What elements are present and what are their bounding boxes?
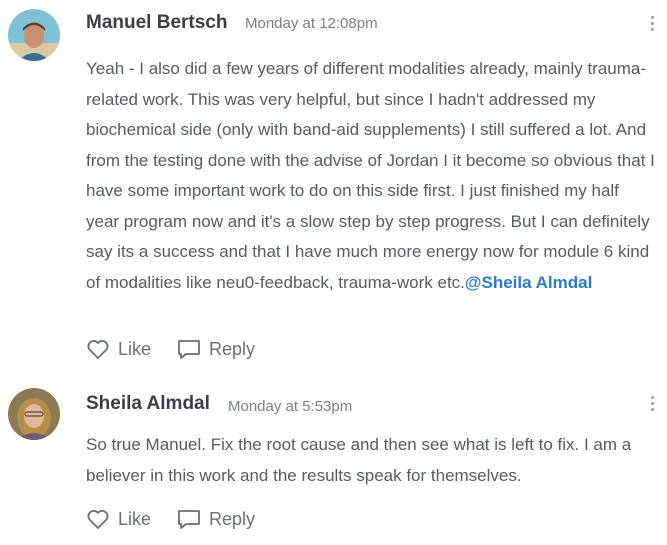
- comment-icon: [178, 340, 200, 359]
- more-options-button[interactable]: [649, 16, 655, 36]
- like-button[interactable]: Like: [86, 338, 151, 360]
- comment-author[interactable]: Manuel Bertsch: [86, 12, 227, 34]
- mention-link[interactable]: @Sheila Almdal: [465, 273, 592, 292]
- reply-label: Reply: [209, 338, 256, 359]
- comment: Sheila Almdal Monday at 5:53pm So true M…: [0, 372, 667, 545]
- comment: Manuel Bertsch Monday at 12:08pm Yeah - …: [0, 0, 667, 372]
- comment-body: So true Manuel. Fix the root cause and t…: [86, 430, 656, 491]
- avatar-photo-icon: [8, 9, 60, 61]
- avatar[interactable]: [8, 388, 60, 440]
- reply-label: Reply: [209, 508, 256, 529]
- like-label: Like: [118, 508, 152, 529]
- comment-timestamp[interactable]: Monday at 5:53pm: [228, 398, 352, 415]
- comment-timestamp[interactable]: Monday at 12:08pm: [245, 15, 378, 32]
- reply-button[interactable]: Reply: [177, 508, 255, 530]
- comment-author[interactable]: Sheila Almdal: [86, 393, 210, 415]
- avatar-photo-icon: [8, 388, 60, 440]
- vertical-dots-icon: [650, 16, 654, 19]
- reply-button[interactable]: Reply: [177, 338, 255, 360]
- comment-actions: Like Reply: [86, 506, 281, 532]
- comment-icon: [178, 510, 200, 529]
- heart-icon: [87, 340, 109, 359]
- comment-actions: Like Reply: [86, 336, 281, 362]
- like-label: Like: [118, 338, 152, 359]
- heart-icon: [87, 510, 109, 529]
- comment-text: So true Manuel. Fix the root cause and t…: [86, 435, 632, 485]
- vertical-dots-icon: [650, 396, 654, 399]
- more-options-button[interactable]: [649, 396, 655, 416]
- like-button[interactable]: Like: [86, 508, 151, 530]
- avatar[interactable]: [8, 9, 60, 61]
- comment-text: Yeah - I also did a few years of differe…: [86, 59, 655, 292]
- comment-body: Yeah - I also did a few years of differe…: [86, 54, 656, 298]
